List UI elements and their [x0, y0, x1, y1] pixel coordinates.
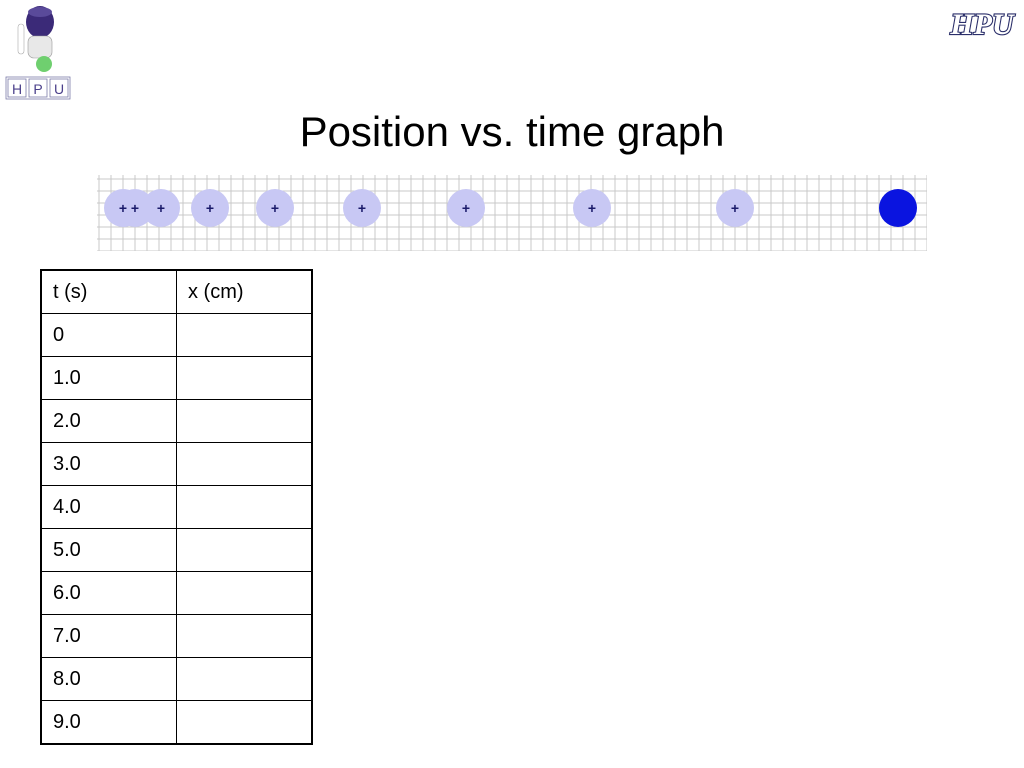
motion-marker-plus: + [157, 200, 165, 216]
time-cell: 3.0 [40, 442, 177, 486]
table-row: 0 [40, 313, 313, 357]
motion-marker-plus: + [462, 200, 470, 216]
time-cell: 1.0 [40, 356, 177, 400]
time-cell: 0 [40, 313, 177, 357]
time-cell: 2.0 [40, 399, 177, 443]
table-row: 8.0 [40, 657, 313, 701]
wordmark-text: HPU [949, 8, 1015, 41]
position-cell[interactable] [176, 399, 313, 443]
time-column-header: t (s) [40, 269, 177, 314]
position-cell[interactable] [176, 313, 313, 357]
motion-final-marker [879, 189, 917, 227]
table-row: 4.0 [40, 485, 313, 529]
motion-marker-plus: + [358, 200, 366, 216]
table-row: 2.0 [40, 399, 313, 443]
time-cell: 7.0 [40, 614, 177, 658]
time-cell: 8.0 [40, 657, 177, 701]
motion-marker-plus: + [206, 200, 214, 216]
page-title: Position vs. time graph [299, 108, 725, 155]
logo-letter-h: H [12, 81, 22, 97]
position-cell[interactable] [176, 356, 313, 400]
position-column-header: x (cm) [176, 269, 313, 314]
motion-marker-plus: + [119, 200, 127, 216]
motion-marker-plus: + [271, 200, 279, 216]
time-cell: 4.0 [40, 485, 177, 529]
motion-diagram: + + + + + + + + + [97, 175, 927, 251]
position-cell[interactable] [176, 700, 313, 745]
mascot-flask [36, 56, 52, 72]
logo-letter-p: P [33, 81, 42, 97]
position-cell[interactable] [176, 614, 313, 658]
motion-marker-plus: + [588, 200, 596, 216]
data-table: t (s) x (cm) 0 1.0 2.0 3.0 4.0 5.0 6.0 7… [40, 269, 313, 745]
time-cell: 9.0 [40, 700, 177, 745]
logo-letter-u: U [54, 81, 64, 97]
position-cell[interactable] [176, 657, 313, 701]
table-row: 7.0 [40, 614, 313, 658]
table-row: 6.0 [40, 571, 313, 615]
motion-marker-plus: + [731, 200, 739, 216]
position-cell[interactable] [176, 442, 313, 486]
table-row: 9.0 [40, 700, 313, 745]
table-row: 1.0 [40, 356, 313, 400]
table-row: 3.0 [40, 442, 313, 486]
motion-marker-plus: + [131, 200, 139, 216]
time-cell: 6.0 [40, 571, 177, 615]
table-row: 5.0 [40, 528, 313, 572]
time-cell: 5.0 [40, 528, 177, 572]
position-cell[interactable] [176, 528, 313, 572]
position-cell[interactable] [176, 571, 313, 615]
table-header-row: t (s) x (cm) [40, 269, 313, 314]
hpu-wordmark-logo: HPU [948, 7, 1016, 42]
position-cell[interactable] [176, 485, 313, 529]
hpu-mascot-logo: H P U [5, 6, 71, 100]
